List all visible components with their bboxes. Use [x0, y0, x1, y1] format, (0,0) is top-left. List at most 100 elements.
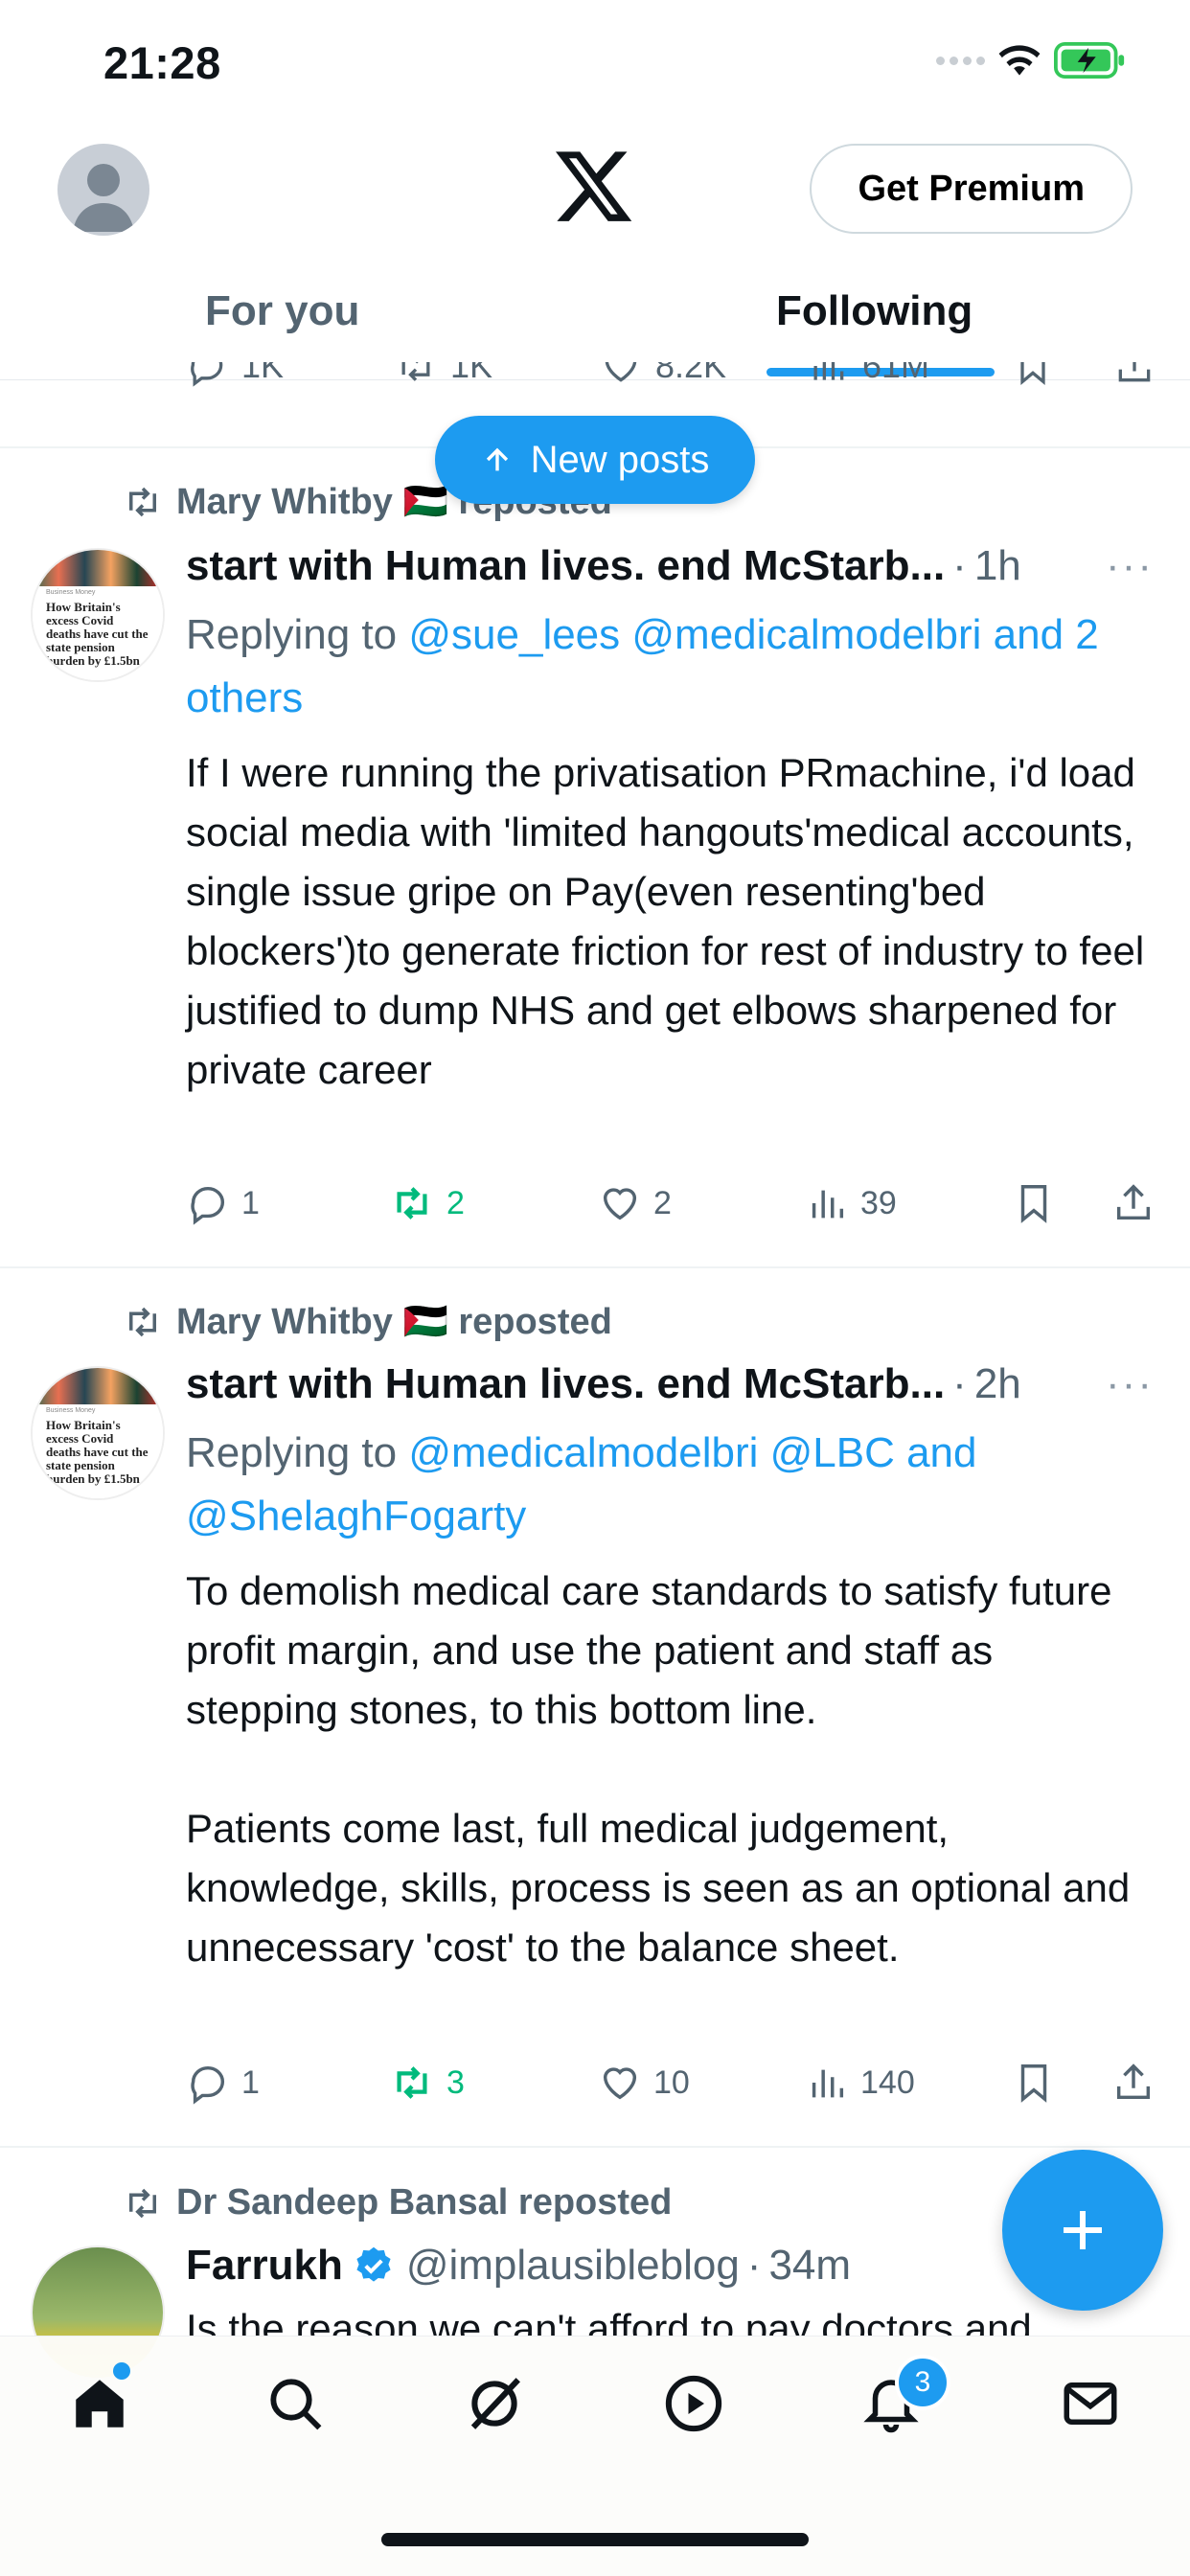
share-action[interactable] — [1113, 362, 1156, 387]
post-divider — [0, 2146, 1190, 2148]
like-action[interactable]: 10 — [598, 2054, 690, 2111]
grok-icon — [470, 2378, 520, 2429]
mail-icon — [1064, 2382, 1117, 2425]
author-name[interactable]: start with Human lives. end McStarb... — [186, 1360, 945, 1408]
author-handle[interactable]: @implausibleblog — [406, 2242, 740, 2290]
repost-action[interactable]: 1K — [395, 362, 492, 387]
nav-video[interactable] — [655, 2365, 732, 2442]
nav-search[interactable] — [257, 2365, 333, 2442]
plus-icon — [1064, 2211, 1102, 2249]
new-posts-label: New posts — [530, 438, 710, 481]
repost-context: Mary Whitby 🇵🇸 reposted — [123, 1301, 612, 1343]
share-action[interactable] — [1111, 2054, 1156, 2111]
arrow-up-icon — [486, 447, 508, 471]
reply-icon — [191, 1186, 224, 1225]
repost-icon — [397, 2066, 427, 2099]
post-text: If I were running the privatisation PRma… — [186, 750, 1156, 1092]
thumbnail-kicker: Business Money — [46, 589, 96, 596]
bookmark-action[interactable] — [1012, 2054, 1056, 2111]
bookmark-action[interactable] — [1012, 362, 1054, 387]
compose-button[interactable] — [1002, 2150, 1163, 2311]
repost-count: 1K — [450, 362, 493, 385]
more-options-icon[interactable]: ··· — [1106, 542, 1154, 590]
nav-grok[interactable] — [456, 2365, 533, 2442]
share-action[interactable] — [1111, 1174, 1156, 1232]
get-premium-button[interactable]: Get Premium — [810, 144, 1133, 234]
replying-to: Replying to @sue_lees @medicalmodelbri a… — [186, 604, 1154, 730]
views-count: 140 — [860, 2063, 915, 2101]
heart-icon — [605, 362, 637, 382]
wifi-icon — [998, 45, 1041, 76]
share-icon — [1118, 362, 1151, 382]
like-count: 8.2K — [655, 362, 727, 385]
replying-to: Replying to @medicalmodelbri @LBC and @S… — [186, 1422, 1154, 1548]
views-icon — [813, 362, 844, 380]
reply-action[interactable]: 1K — [186, 362, 284, 387]
views-action[interactable]: 61M — [807, 362, 929, 387]
post-author-avatar[interactable]: Business Money How Britain's excess Covi… — [31, 1366, 165, 1500]
repost-icon — [129, 2188, 156, 2218]
repost-icon — [397, 1187, 427, 1220]
bookmark-icon — [1020, 2064, 1047, 2103]
home-unread-dot — [113, 2362, 130, 2380]
x-logo-icon[interactable] — [556, 151, 634, 224]
home-icon — [76, 2380, 124, 2428]
reply-icon — [191, 362, 223, 387]
post-time[interactable]: 34m — [768, 2242, 851, 2290]
repost-icon — [129, 487, 156, 517]
signal-dots-icon — [936, 56, 985, 65]
post-actions: 1 3 10 140 — [186, 2054, 1163, 2111]
home-indicator[interactable] — [381, 2533, 809, 2546]
tab-for-you[interactable]: For you — [205, 287, 359, 335]
repost-action[interactable]: 3 — [389, 2054, 465, 2111]
repost-icon — [401, 362, 430, 381]
reposted-by: Mary Whitby 🇵🇸 reposted — [176, 1302, 612, 1342]
post-actions: 1 2 2 39 — [186, 1174, 1163, 1232]
views-action[interactable]: 39 — [805, 1174, 897, 1232]
reply-action[interactable]: 1 — [186, 1174, 260, 1232]
author-name[interactable]: Farrukh — [186, 2242, 343, 2290]
like-action[interactable]: 2 — [598, 1174, 672, 1232]
post-header: start with Human lives. end McStarb... ·… — [186, 542, 1021, 590]
bookmark-icon — [1020, 1185, 1047, 1223]
thumbnail-kicker: Business Money — [46, 1407, 96, 1414]
play-circle-icon — [665, 2375, 722, 2432]
thumbnail-headline: How Britain's excess Covid deaths have c… — [46, 600, 149, 668]
reply-count: 1 — [241, 1184, 260, 1221]
more-options-icon[interactable]: ··· — [1106, 1360, 1154, 1408]
author-name[interactable]: start with Human lives. end McStarb... — [186, 542, 945, 590]
repost-count: 3 — [446, 2063, 465, 2101]
repost-action[interactable]: 2 — [389, 1174, 465, 1232]
views-icon — [812, 2069, 844, 2098]
post-time[interactable]: 1h — [974, 542, 1021, 590]
new-posts-button[interactable]: New posts — [435, 416, 755, 504]
battery-charging-icon — [1054, 42, 1125, 79]
heart-icon — [603, 1188, 637, 1220]
reply-action[interactable]: 1 — [186, 2054, 260, 2111]
profile-avatar[interactable] — [57, 144, 149, 236]
like-count: 10 — [653, 2063, 690, 2101]
search-icon — [270, 2379, 322, 2430]
share-icon — [1116, 2063, 1151, 2100]
replying-to-prefix: Replying to — [186, 611, 409, 658]
bookmark-action[interactable] — [1012, 1174, 1056, 1232]
post-divider — [0, 1266, 1190, 1268]
post-time[interactable]: 2h — [974, 1360, 1021, 1408]
like-count: 2 — [653, 1184, 672, 1221]
status-icons — [936, 42, 1127, 79]
bookmark-icon — [1020, 362, 1045, 386]
notifications-badge: 3 — [895, 2355, 950, 2410]
repost-count: 2 — [446, 1184, 465, 1221]
post-author-avatar[interactable]: Business Money How Britain's excess Covi… — [31, 548, 165, 682]
tab-following[interactable]: Following — [776, 287, 973, 335]
post-header: Farrukh @implausibleblog · 34m — [186, 2242, 852, 2290]
post-text: Is the reason we can't afford to pay doc… — [186, 2306, 1032, 2336]
nav-messages[interactable] — [1052, 2365, 1129, 2442]
reposted-by: Dr Sandeep Bansal reposted — [176, 2182, 673, 2223]
reply-icon — [191, 2065, 224, 2105]
default-avatar-icon — [73, 164, 134, 232]
like-action[interactable]: 8.2K — [600, 362, 726, 387]
views-action[interactable]: 140 — [805, 2054, 915, 2111]
heart-icon — [603, 2067, 637, 2100]
share-icon — [1116, 1184, 1151, 1220]
